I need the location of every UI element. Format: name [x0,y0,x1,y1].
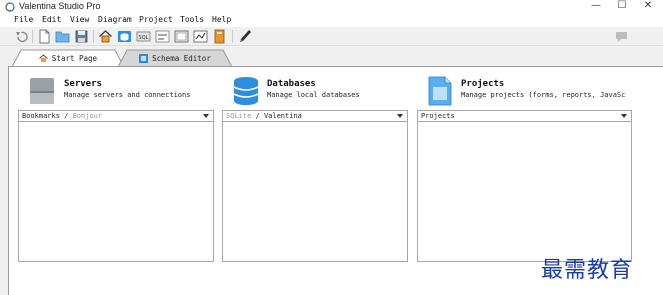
menu-bar: File Edit View Diagram Project Tools Hel… [0,14,663,26]
tab-start-page[interactable]: Start Page [12,49,124,67]
chevron-down-icon [203,114,209,118]
projects-description: Manage projects (forms, reports, JavaSc [461,91,626,99]
schema-icon [139,53,148,63]
home-icon[interactable] [98,29,113,44]
tab-start-page-label: Start Page [51,53,98,63]
tab-schema-editor[interactable]: Schema Editor [118,49,232,67]
report-icon[interactable] [174,29,189,44]
tab-schema-editor-content: Schema Editor [118,49,232,67]
chat-icon[interactable] [614,29,629,44]
form-icon[interactable] [155,29,170,44]
menu-tools[interactable]: Tools [180,14,204,26]
servers-card-header[interactable]: Servers Manage servers and connections [30,76,220,108]
databases-select-separator: / [251,112,264,120]
watermark-text: 最需教育 [541,258,634,283]
servers-select-separator: / [59,112,73,120]
databases-list[interactable] [222,122,408,262]
new-file-icon[interactable] [37,29,52,44]
databases-title: Databases [267,79,316,89]
svg-text:SQL: SQL [139,35,149,41]
projects-icon [428,76,452,106]
servers-source-select[interactable]: Bookmarks / Bonjour [18,110,214,122]
menu-project[interactable]: Project [139,14,173,26]
left-gutter [0,46,8,295]
servers-select-secondary: Bonjour [72,112,103,120]
menu-help[interactable]: Help [212,14,231,26]
database-connect-icon[interactable] [117,29,132,44]
book-icon[interactable] [212,29,227,44]
databases-card-header[interactable]: Databases Manage local databases [233,76,423,108]
menu-view[interactable]: View [70,14,89,26]
tab-start-page-content: Start Page [12,49,124,67]
chevron-down-icon [621,114,627,118]
pen-icon[interactable] [238,29,253,44]
projects-select-primary: Projects [421,112,455,120]
toolbar-separator [32,30,33,43]
home-icon [39,53,48,62]
menu-file[interactable]: File [14,14,33,26]
maximize-button[interactable]: ☐ [610,0,634,14]
databases-description: Manage local databases [267,91,360,99]
sql-editor-icon[interactable]: SQL [136,29,151,44]
title-bar: Valentina Studio Pro — ☐ ✕ [0,0,663,14]
open-folder-icon[interactable] [55,29,70,44]
toolbar-separator [93,30,94,43]
window-title: Valentina Studio Pro [19,1,101,11]
tab-strip: Start Page Schema Editor [0,46,663,67]
projects-list[interactable] [417,122,632,262]
save-icon[interactable] [74,29,89,44]
projects-card-header[interactable]: Projects Manage projects (forms, reports… [427,76,663,108]
servers-description: Manage servers and connections [64,91,191,99]
toolbar: SQL [0,27,663,46]
databases-icon [233,77,259,105]
minimize-button[interactable]: — [584,0,608,14]
databases-select-primary: SQLite [226,112,252,120]
projects-title: Projects [461,79,505,89]
projects-source-select[interactable]: Projects [417,110,632,122]
chevron-down-icon [397,114,403,118]
databases-select-secondary: Valentina [263,112,302,120]
menu-diagram[interactable]: Diagram [98,14,132,26]
servers-icon [30,78,54,104]
tab-schema-editor-label: Schema Editor [152,53,211,63]
close-button[interactable]: ✕ [636,0,660,14]
databases-source-select[interactable]: SQLite / Valentina [222,110,408,122]
valentina-app-icon [5,2,15,12]
servers-select-primary: Bookmarks [22,112,60,120]
servers-list[interactable] [18,122,214,262]
menu-edit[interactable]: Edit [42,14,61,26]
toolbar-separator [232,30,233,43]
diagram-icon[interactable] [193,29,208,44]
undo-icon[interactable] [14,29,29,44]
servers-title: Servers [64,79,102,89]
